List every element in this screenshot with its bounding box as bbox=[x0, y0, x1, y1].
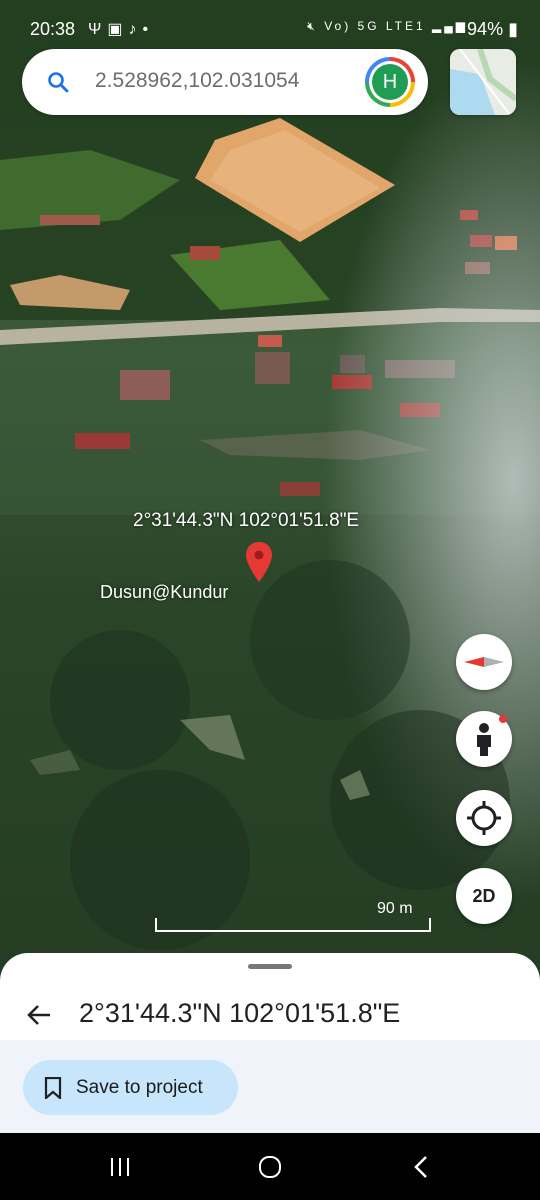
map-thumbnail-icon bbox=[450, 49, 516, 115]
gallery-icon: ▣ bbox=[107, 21, 129, 38]
signal-icon: ▂▄▆ bbox=[432, 19, 468, 33]
recent-apps-icon[interactable] bbox=[106, 1153, 134, 1181]
avatar[interactable]: H bbox=[365, 57, 415, 107]
network-indicator: Vo) 5G LTE1 bbox=[324, 19, 426, 33]
status-right-icons: 🔇︎ Vo) 5G LTE1 ▂▄▆ bbox=[307, 19, 468, 34]
my-location-button[interactable] bbox=[456, 790, 512, 846]
scale-bar bbox=[155, 918, 431, 932]
bottom-sheet[interactable]: 2°31'44.3"N 102°01'51.8"E Save to projec… bbox=[0, 953, 540, 1133]
back-icon[interactable] bbox=[408, 1153, 436, 1181]
layers-button[interactable] bbox=[450, 49, 516, 115]
compass-button[interactable] bbox=[456, 634, 512, 690]
battery-indicator: 94% ▮ bbox=[467, 19, 518, 40]
home-icon[interactable] bbox=[256, 1153, 284, 1181]
pegman-icon bbox=[477, 715, 507, 756]
place-label: Dusun@Kundur bbox=[100, 582, 229, 602]
search-input[interactable]: 2.528962,102.031054 bbox=[95, 69, 299, 93]
mute-icon: 🔇︎ bbox=[307, 19, 318, 33]
sheet-title: 2°31'44.3"N 102°01'51.8"E bbox=[79, 998, 401, 1028]
system-nav-bar bbox=[0, 1133, 540, 1200]
dot-icon: • bbox=[142, 21, 155, 38]
scale-label: 90 m bbox=[377, 900, 413, 917]
map-pin-icon[interactable] bbox=[245, 541, 273, 583]
save-button-label: Save to project bbox=[76, 1077, 203, 1098]
avatar-initial: H bbox=[372, 64, 408, 100]
save-to-project-button[interactable]: Save to project bbox=[23, 1060, 238, 1115]
crosshair-icon bbox=[467, 801, 501, 835]
street-view-button[interactable] bbox=[456, 711, 512, 767]
battery-percent: 94% bbox=[467, 19, 504, 39]
view-mode-button[interactable]: 2D bbox=[456, 868, 512, 924]
pin-coordinates-label: 2°31'44.3"N 102°01'51.8"E bbox=[133, 510, 360, 531]
sheet-actions: Save to project bbox=[0, 1040, 540, 1133]
tiktok-icon: ♪ bbox=[128, 21, 143, 38]
search-icon[interactable] bbox=[46, 70, 70, 94]
search-bar[interactable]: 2.528962,102.031054 H bbox=[22, 49, 428, 115]
status-time: 20:38 bbox=[30, 19, 76, 39]
usb-icon: Ψ bbox=[88, 21, 108, 38]
bookmark-icon bbox=[44, 1077, 62, 1099]
back-arrow-icon[interactable] bbox=[26, 1002, 52, 1028]
compass-icon bbox=[464, 657, 504, 667]
sheet-drag-handle[interactable] bbox=[248, 964, 292, 969]
view-mode-label: 2D bbox=[472, 886, 496, 906]
battery-icon: ▮ bbox=[508, 19, 518, 39]
status-left-icons: Ψ▣♪• bbox=[88, 19, 154, 39]
